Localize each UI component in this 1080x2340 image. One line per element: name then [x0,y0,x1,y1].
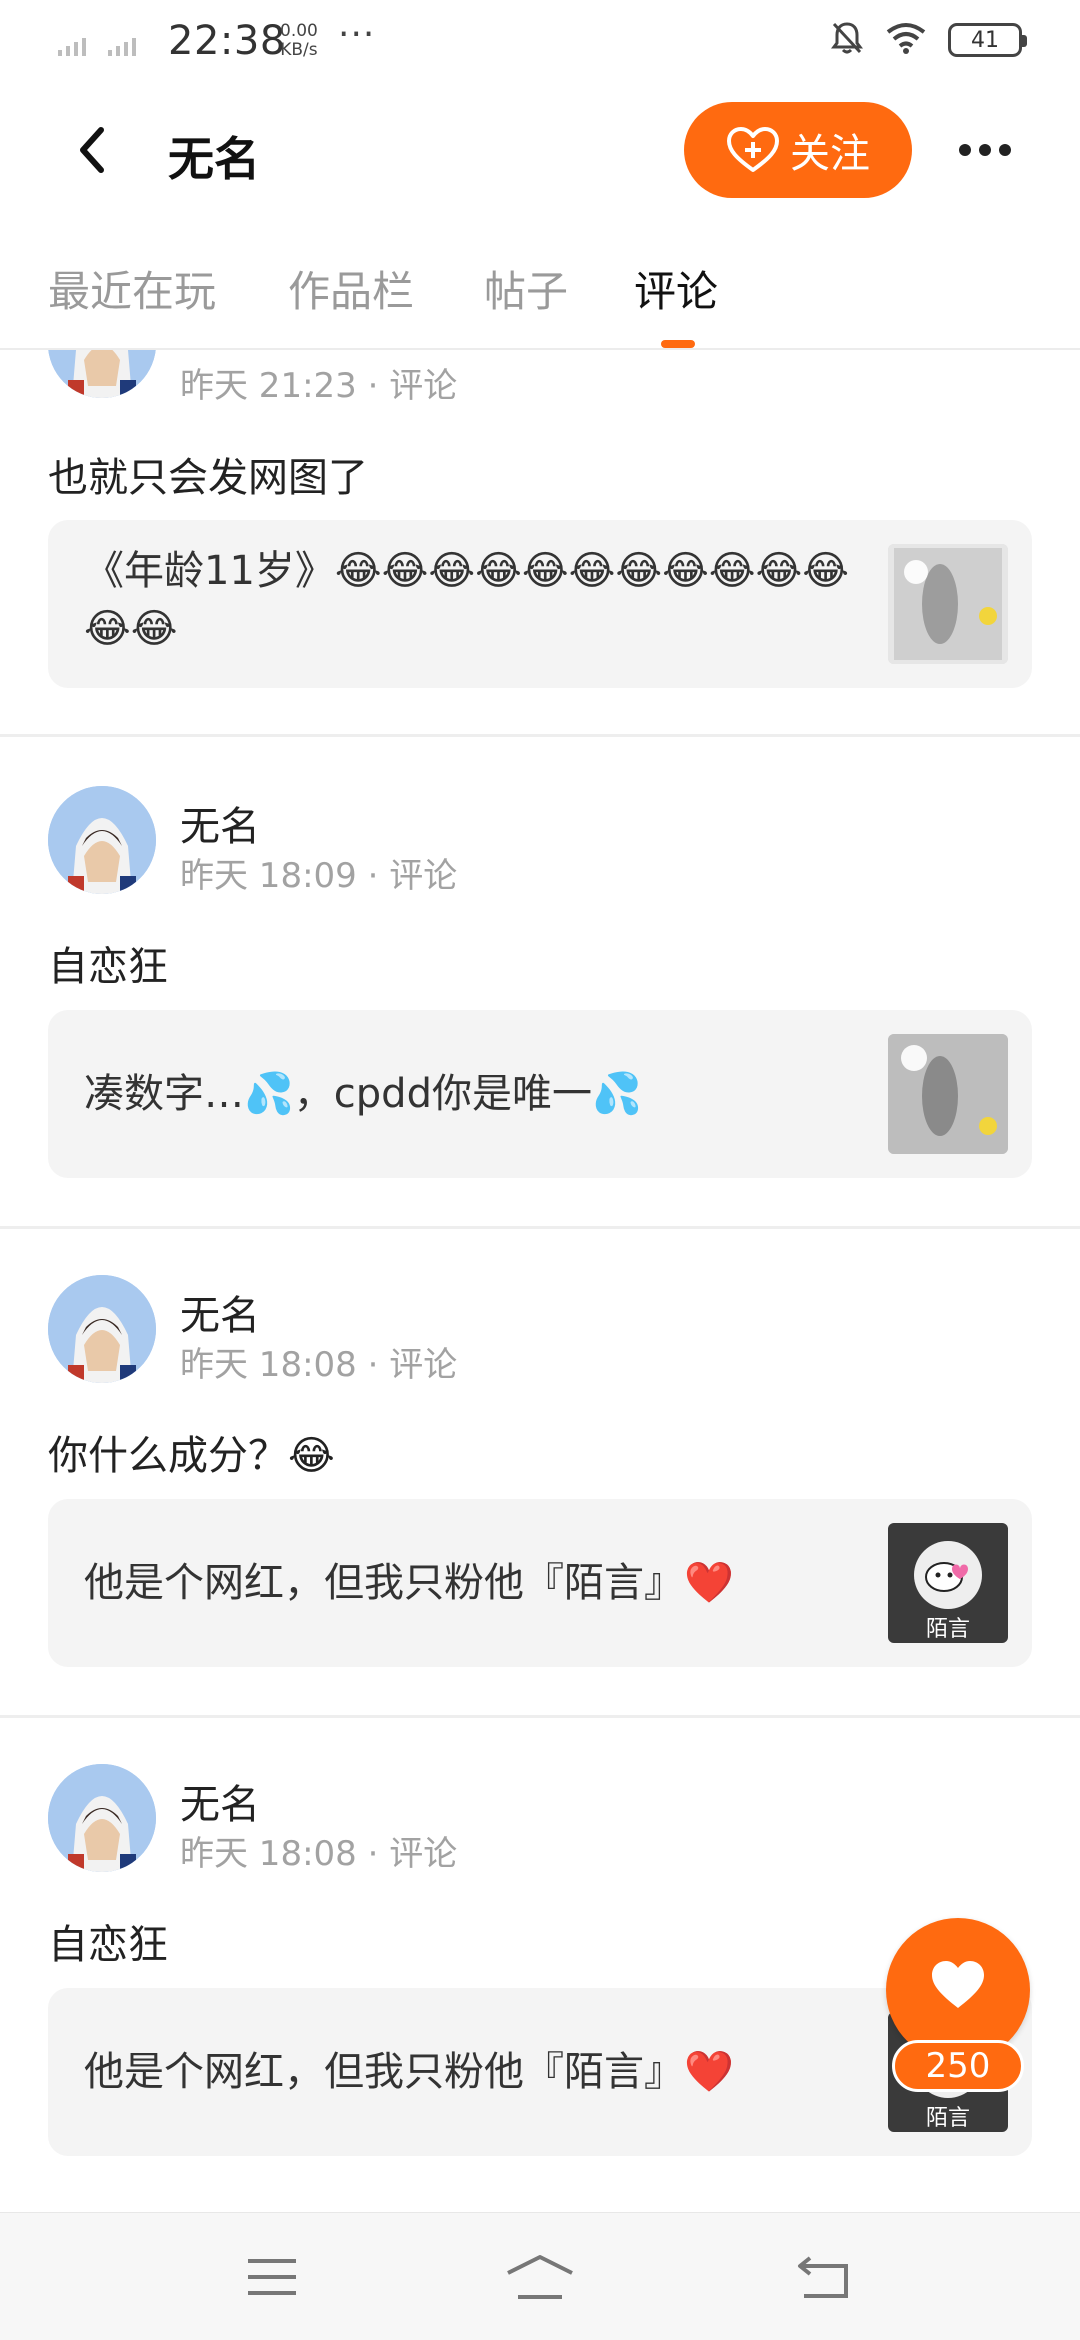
page-title: 无名 [168,132,260,186]
tab-recently-played[interactable]: 最近在玩 [48,258,216,319]
post-meta: 昨天 18:08 · 评论 [180,1345,458,1385]
post-meta: 昨天 21:23 · 评论 [180,366,458,406]
more-options-button[interactable] [950,125,1020,175]
more-dot [979,144,991,156]
network-speed-value: 0.00 [280,21,318,41]
author-name[interactable]: 无名 [180,1283,260,1341]
wifi-icon [886,22,926,58]
menu-icon [248,2259,296,2295]
quoted-text: 他是个网红，但我只粉他『陌言』❤️ [84,2049,734,2095]
status-more-icon: ··· [338,14,376,55]
status-time: 22:38 [168,18,286,64]
comment-post[interactable]: 无名 昨天 18:08 · 评论 你什么成分？😂 他是个网红，但我只粉他『陌言』… [0,1229,1080,1718]
chevron-left-icon [80,127,104,173]
quoted-thumbnail[interactable]: 陌言 [888,1523,1008,1643]
signal-icons [58,36,136,56]
tab-posts[interactable]: 帖子 [484,258,568,319]
thumbnail-caption: 陌言 [925,2106,970,2131]
comment-text: 自恋狂 [48,1922,168,1968]
quoted-thumbnail[interactable] [888,1034,1008,1154]
back-button[interactable] [62,120,122,180]
quoted-post[interactable]: 《年龄11岁》😂😂😂😂😂😂😂😂😂😂😂😂😂 [48,520,1032,688]
quoted-text: 《年龄11岁》😂😂😂😂😂😂😂😂😂😂😂😂😂 [84,548,850,652]
author-name[interactable]: 无名 [180,794,260,852]
post-meta: 昨天 18:09 · 评论 [180,856,458,896]
home-icon [507,2255,573,2299]
profile-tabs: 最近在玩 作品栏 帖子 评论 [0,240,1080,350]
thumbnail-caption: 陌言 [925,1617,970,1642]
battery-icon: 41 [948,23,1027,57]
avatar[interactable] [48,350,156,398]
bell-off-icon [830,20,864,60]
profile-header: 无名 关注 [0,95,1080,205]
comment-text: 自恋狂 [48,944,168,990]
quoted-text: 他是个网红，但我只粉他『陌言』❤️ [84,1560,734,1606]
comment-post[interactable]: 无名 昨天 18:09 · 评论 自恋狂 凑数字…💦，cpdd你是唯一💦 [0,740,1080,1229]
follow-button[interactable]: 关注 [684,102,912,198]
system-nav-bar [0,2212,1080,2340]
status-bar: 22:38 0.00 KB/s ··· 41 [0,0,1080,90]
comment-post[interactable]: 昨天 21:23 · 评论 也就只会发网图了 《年龄11岁》😂😂😂😂😂😂😂😂😂😂… [0,350,1080,737]
quoted-post[interactable]: 他是个网红，但我只粉他『陌言』❤️ 陌言 [48,1988,1032,2156]
network-speed: 0.00 KB/s [280,22,318,60]
comment-text: 你什么成分？😂 [48,1433,335,1479]
signal-strength-icon [58,36,86,56]
quoted-thumbnail[interactable] [888,544,1008,664]
back-nav-button[interactable] [784,2237,864,2317]
home-button[interactable] [500,2237,580,2317]
quoted-post[interactable]: 他是个网红，但我只粉他『陌言』❤️ 陌言 [48,1499,1032,1667]
quoted-post[interactable]: 凑数字…💦，cpdd你是唯一💦 [48,1010,1032,1178]
post-divider [0,734,1080,737]
menu-button[interactable] [232,2237,312,2317]
comment-text: 也就只会发网图了 [48,455,368,501]
heart-icon [932,1961,984,2008]
like-count: 250 [892,2040,1024,2092]
battery-level: 41 [971,27,999,53]
tab-works[interactable]: 作品栏 [288,258,414,319]
signal-strength-icon [108,36,136,56]
return-icon [798,2256,848,2298]
more-dot [999,144,1011,156]
heart-plus-icon [727,127,779,172]
more-dot [959,144,971,156]
avatar[interactable] [48,786,156,894]
avatar[interactable] [48,1764,156,1872]
tab-comments[interactable]: 评论 [634,258,718,319]
avatar[interactable] [48,1275,156,1383]
author-name[interactable]: 无名 [180,1772,260,1830]
post-meta: 昨天 18:08 · 评论 [180,1834,458,1874]
network-speed-unit: KB/s [280,40,318,60]
active-tab-indicator [661,340,695,348]
quoted-text: 凑数字…💦，cpdd你是唯一💦 [84,1071,642,1117]
follow-label: 关注 [790,131,870,177]
